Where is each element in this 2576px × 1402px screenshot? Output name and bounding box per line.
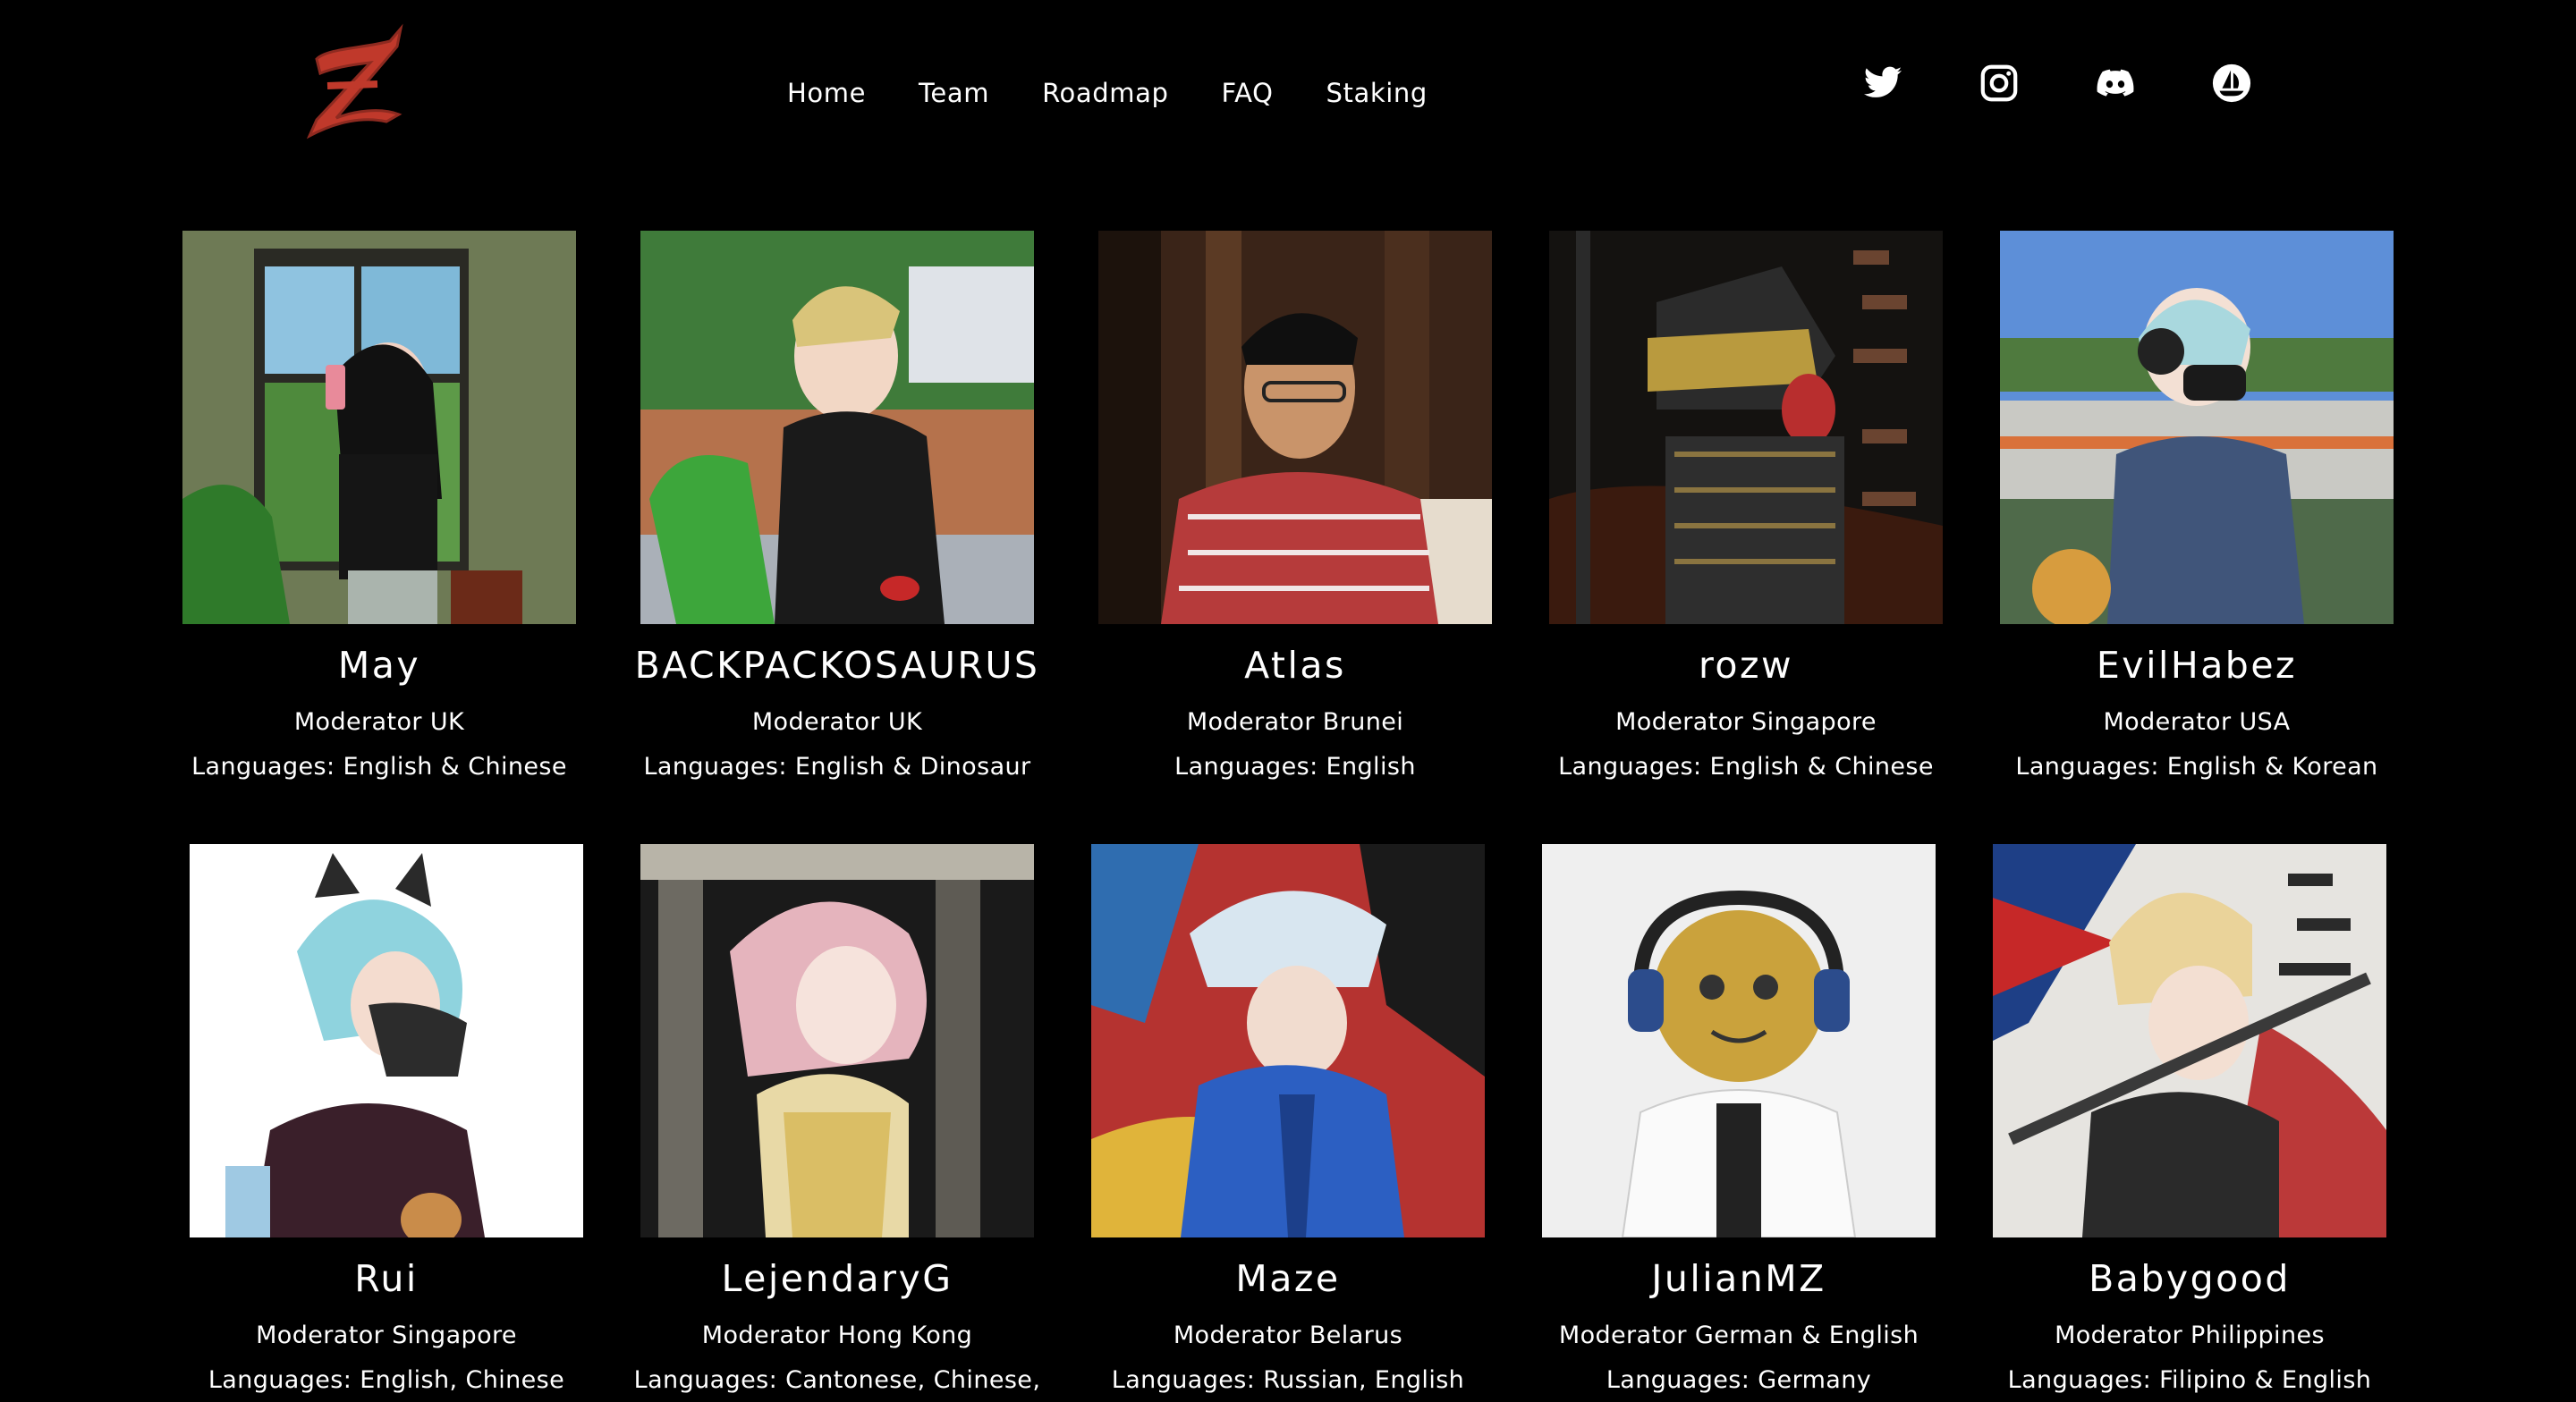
member-role: Moderator UK — [751, 708, 923, 736]
member-name: Maze — [1235, 1257, 1341, 1300]
member-name: rozw — [1698, 644, 1794, 687]
member-languages: Languages: Russian, English — [1111, 1366, 1465, 1394]
nav-staking[interactable]: Staking — [1326, 78, 1428, 108]
member-role: Moderator Brunei — [1186, 708, 1404, 736]
discord-icon[interactable] — [2095, 63, 2136, 104]
member-role: Moderator German & English — [1558, 1322, 1919, 1349]
member-role: Moderator UK — [293, 708, 465, 736]
logo[interactable] — [301, 21, 411, 143]
member-photo — [182, 231, 576, 624]
member-languages: Languages: English & Dinosaur — [643, 753, 1031, 781]
member-photo — [2000, 231, 2394, 624]
opensea-icon[interactable] — [2211, 63, 2252, 104]
member-role: Moderator Singapore — [1615, 708, 1877, 736]
member-languages: Languages: English & Chinese — [191, 753, 567, 781]
member-name: JulianMZ — [1651, 1257, 1826, 1300]
member-name: Rui — [354, 1257, 419, 1300]
main-nav: Home Team Roadmap FAQ Staking — [787, 72, 1428, 114]
member-languages: Languages: English & Chinese — [1558, 753, 1934, 781]
member-name: Babygood — [2089, 1257, 2291, 1300]
member-languages: Languages: Cantonese, Chinese, — [633, 1366, 1041, 1394]
nav-roadmap[interactable]: Roadmap — [1042, 78, 1168, 108]
member-languages: Languages: English, Chinese — [208, 1366, 565, 1394]
twitter-icon[interactable] — [1862, 63, 1903, 104]
nav-team[interactable]: Team — [919, 78, 989, 108]
member-photo — [190, 844, 583, 1237]
member-photo — [1091, 844, 1485, 1237]
member-name: LejendaryG — [721, 1257, 953, 1300]
member-name: BACKPACKOSAURUS — [634, 644, 1040, 687]
member-languages: Languages: Germany — [1606, 1366, 1872, 1394]
nav-home[interactable]: Home — [787, 78, 866, 108]
member-languages: Languages: English & Korean — [2015, 753, 2378, 781]
social-links — [1862, 63, 2252, 104]
member-name: Atlas — [1244, 644, 1346, 687]
site-header: Home Team Roadmap FAQ Staking — [0, 0, 2576, 179]
member-role: Moderator Singapore — [256, 1322, 517, 1349]
member-role: Moderator Hong Kong — [701, 1322, 973, 1349]
member-photo — [640, 231, 1034, 624]
member-role: Moderator Belarus — [1173, 1322, 1403, 1349]
member-role: Moderator USA — [2103, 708, 2291, 736]
member-photo — [1993, 844, 2386, 1237]
member-photo — [1542, 844, 1936, 1237]
nav-faq[interactable]: FAQ — [1222, 78, 1274, 108]
member-photo — [640, 844, 1034, 1237]
member-photo — [1549, 231, 1943, 624]
member-languages: Languages: English — [1174, 753, 1416, 781]
instagram-icon[interactable] — [1979, 63, 2020, 104]
member-role: Moderator Philippines — [2055, 1322, 2325, 1349]
member-name: May — [337, 644, 421, 687]
member-languages: Languages: Filipino & English — [2007, 1366, 2372, 1394]
member-photo — [1098, 231, 1492, 624]
member-name: EvilHabez — [2096, 644, 2298, 687]
